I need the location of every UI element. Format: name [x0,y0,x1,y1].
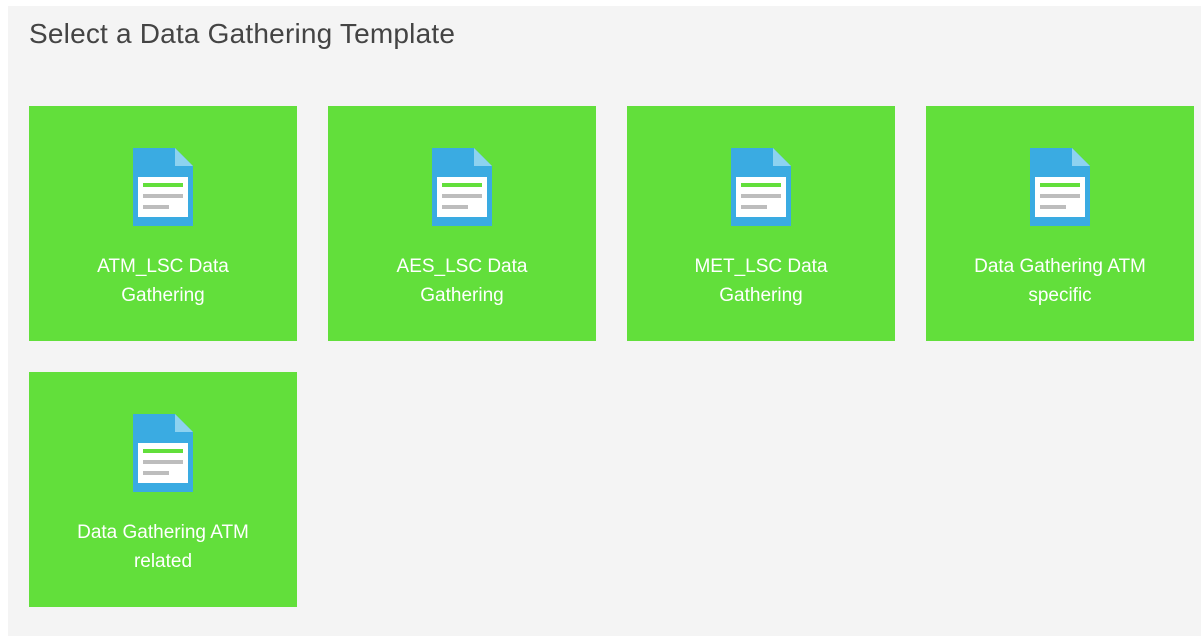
template-label: MET_LSC Data Gathering [694,256,828,306]
template-tile-met-lsc[interactable]: MET_LSC Data Gathering [627,106,895,341]
document-icon [133,414,193,492]
page-title: Select a Data Gathering Template [29,18,456,49]
template-label: ATM_LSC Data Gathering [97,256,229,306]
template-label: Data Gathering ATM related [77,522,249,572]
template-tile-atm-related[interactable]: Data Gathering ATM related [29,372,297,607]
template-label: AES_LSC Data Gathering [396,256,528,306]
template-tile-atm-specific[interactable]: Data Gathering ATM specific [926,106,1194,341]
document-icon [432,148,492,226]
template-grid: ATM_LSC Data Gathering AES_LSC Data Gath… [29,106,1201,607]
document-icon [133,148,193,226]
template-tile-atm-lsc[interactable]: ATM_LSC Data Gathering [29,106,297,341]
document-icon [731,148,791,226]
template-tile-aes-lsc[interactable]: AES_LSC Data Gathering [328,106,596,341]
template-selection-panel: Select a Data Gathering Template ATM_LSC… [8,6,1201,636]
template-label: Data Gathering ATM specific [974,256,1146,306]
document-icon [1030,148,1090,226]
